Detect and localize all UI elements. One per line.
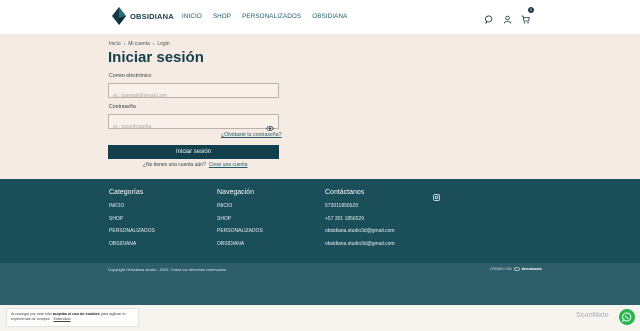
password-label: Contraseña xyxy=(109,104,136,110)
cookie-text-bold: aceptás el uso de cookies xyxy=(52,312,100,316)
made-with-label: CREADO CON xyxy=(490,267,512,271)
made-with-brand: tiendanube xyxy=(521,267,542,271)
instagram-icon[interactable] xyxy=(433,188,440,206)
breadcrumb: Inicio Mi cuenta Login xyxy=(109,41,170,47)
cart-count-badge: 0 xyxy=(528,7,534,13)
obsidian-logo-icon xyxy=(112,7,126,25)
site-footer: Categorías INICIO SHOP PERSONALIZADOS OB… xyxy=(0,179,640,263)
whatsapp-button[interactable] xyxy=(619,309,635,325)
chat-icon[interactable] xyxy=(485,11,494,25)
email-label: Correo electrónico xyxy=(109,73,152,79)
contact-email-link[interactable]: obsidiana.studio3d@gmail.com xyxy=(325,228,395,234)
made-with-badge[interactable]: CREADO CON tiendanube xyxy=(490,267,542,271)
footer-navigation: Navegación INICIO SHOP PERSONALIZADOS OB… xyxy=(217,189,263,253)
header-icons: 0 xyxy=(485,7,534,25)
login-submit-button[interactable]: Iniciar sesión xyxy=(108,145,279,159)
tiendanube-logo-icon xyxy=(513,267,520,271)
footer-nav-link[interactable]: SHOP xyxy=(217,216,263,222)
nav-inicio[interactable]: INICIO xyxy=(182,13,202,20)
cookie-bar: Al navegar por este sitio aceptás el uso… xyxy=(0,305,640,331)
contact-email-link[interactable]: obsidiana.studio3d@gmail.com xyxy=(325,241,395,247)
whatsapp-icon xyxy=(622,312,632,322)
main-nav: INICIO SHOP PERSONALIZADOS OBSIDIANA xyxy=(182,13,347,20)
register-prompt-text: ¿No tienes una cuenta aún? xyxy=(143,162,206,168)
footer-nav-link[interactable]: PERSONALIZADOS xyxy=(217,228,263,234)
footer-nav-link[interactable]: OBSIDIANA xyxy=(217,241,263,247)
user-icon[interactable] xyxy=(503,11,512,24)
breadcrumb-separator xyxy=(123,43,126,45)
footer-bottom-bar: Copyright Obsidiana studio - 2026. Todos… xyxy=(0,263,640,305)
contact-phone-link[interactable]: +57 301 1856529 xyxy=(325,216,395,222)
cart-icon[interactable]: 0 xyxy=(521,7,534,24)
register-prompt: ¿No tienes una cuenta aún? Crear una cuen… xyxy=(143,162,247,168)
logo-text: OBSIDIANA xyxy=(130,11,174,21)
email-field[interactable] xyxy=(109,89,278,103)
footer-categories: Categorías INICIO SHOP PERSONALIZADOS OB… xyxy=(109,189,155,253)
footer-category-link[interactable]: OBSIDIANA xyxy=(109,241,155,247)
footer-nav-link[interactable]: INICIO xyxy=(217,203,263,209)
breadcrumb-login: Login xyxy=(157,41,170,47)
nav-personalizados[interactable]: PERSONALIZADOS xyxy=(242,13,301,20)
footer-categories-title: Categorías xyxy=(109,189,144,196)
breadcrumb-mi-cuenta[interactable]: Mi cuenta xyxy=(128,41,150,47)
cookie-text-before: Al navegar por este sitio xyxy=(11,312,53,316)
footer-navigation-title: Navegación xyxy=(217,189,254,196)
create-account-link[interactable]: Crear una cuenta xyxy=(209,162,248,168)
forgot-password-link[interactable]: ¿Olvidaste tu contraseña? xyxy=(221,132,282,138)
breadcrumb-separator xyxy=(152,43,155,45)
footer-contact-title: Contáctanos xyxy=(325,189,365,196)
email-field-wrapper xyxy=(108,83,279,103)
footer-category-link[interactable]: INICIO xyxy=(109,203,155,209)
footer-category-link[interactable]: PERSONALIZADOS xyxy=(109,228,155,234)
breadcrumb-inicio[interactable]: Inicio xyxy=(109,41,121,47)
logo[interactable]: OBSIDIANA xyxy=(112,7,174,25)
cookie-accept-link[interactable]: Entendido xyxy=(53,317,70,321)
copyright-text: Copyright Obsidiana studio - 2026. Todos… xyxy=(108,267,228,272)
site-header: OBSIDIANA INICIO SHOP PERSONALIZADOS OBS… xyxy=(0,0,640,34)
nav-shop[interactable]: SHOP xyxy=(213,13,231,20)
page-title: Iniciar sesión xyxy=(108,49,204,66)
footer-contact: Contáctanos 573011856529 +57 301 1856529… xyxy=(325,189,395,253)
cookie-text: Al navegar por este sitio aceptás el uso… xyxy=(11,312,137,322)
cookie-notice: Al navegar por este sitio aceptás el uso… xyxy=(6,308,139,327)
footer-category-link[interactable]: SHOP xyxy=(109,216,155,222)
password-field-wrapper xyxy=(108,114,279,134)
nav-obsidiana[interactable]: OBSIDIANA xyxy=(312,13,347,20)
scanmate-watermark: ScanMate xyxy=(576,312,609,319)
contact-whatsapp-link[interactable]: 573011856529 xyxy=(325,203,395,209)
